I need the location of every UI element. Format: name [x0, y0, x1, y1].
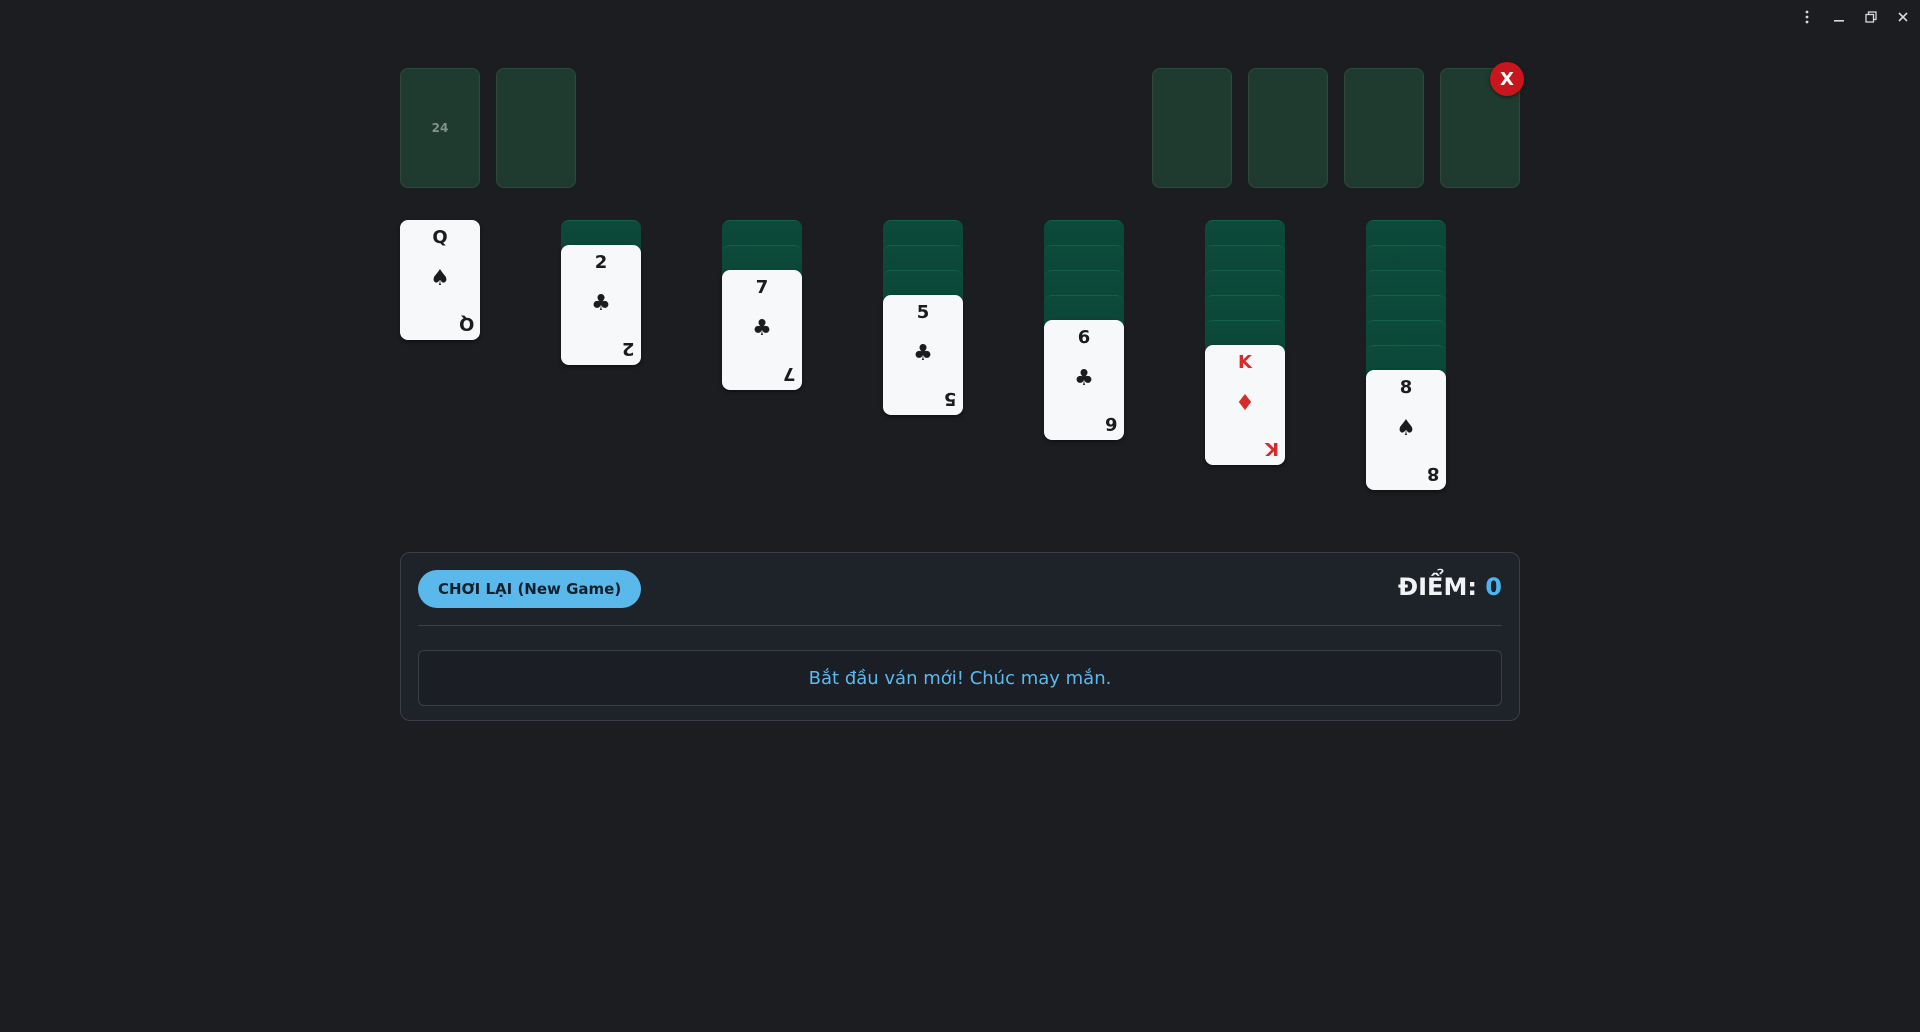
playing-card[interactable]: Q ♠ Q — [400, 220, 480, 340]
score-label: ĐIỂM: — [1398, 573, 1477, 601]
panel-divider — [418, 625, 1502, 626]
card-rank: 5 — [916, 302, 930, 323]
card-rank-inverted: 6 — [1105, 413, 1118, 434]
playing-card[interactable]: 6 ♣ 6 — [1044, 320, 1124, 440]
stock-pile[interactable]: 24 — [400, 68, 480, 188]
waste-pile[interactable] — [496, 68, 576, 188]
card-rank: 7 — [755, 277, 769, 298]
playing-card[interactable]: 2 ♣ 2 — [561, 245, 641, 365]
playing-card[interactable]: 5 ♣ 5 — [883, 295, 963, 415]
score-value: 0 — [1485, 573, 1502, 601]
card-suit-icon: ♠ — [430, 266, 450, 291]
card-rank-inverted: 8 — [1427, 463, 1440, 484]
card-suit-icon: ♦ — [1235, 391, 1255, 416]
card-rank: 6 — [1077, 327, 1091, 348]
kebab-menu-icon[interactable] — [1800, 8, 1814, 26]
card-suit-icon: ♣ — [591, 291, 611, 316]
playing-card[interactable]: K ♦ K — [1205, 345, 1285, 465]
playing-card[interactable]: 8 ♠ 8 — [1366, 370, 1446, 490]
restore-icon[interactable] — [1864, 8, 1878, 26]
score-display: ĐIỂM: 0 — [1398, 573, 1502, 601]
card-suit-icon: ♣ — [913, 341, 933, 366]
close-icon[interactable] — [1896, 8, 1910, 26]
card-rank-inverted: K — [1265, 438, 1279, 459]
card-rank-inverted: 2 — [622, 338, 635, 359]
new-game-button[interactable]: CHƠI LẠI (New Game) — [418, 570, 642, 608]
close-badge-button[interactable]: X — [1490, 62, 1524, 96]
card-suit-icon: ♣ — [752, 316, 772, 341]
card-suit-icon: ♣ — [1074, 366, 1094, 391]
window-controls — [1800, 6, 1910, 28]
card-rank-inverted: 5 — [944, 388, 957, 409]
minimize-icon[interactable] — [1832, 8, 1846, 26]
foundation-pile-1[interactable] — [1152, 68, 1232, 188]
card-suit-icon: ♠ — [1396, 416, 1416, 441]
stock-count: 24 — [431, 121, 449, 135]
card-rank-inverted: Q — [458, 313, 474, 334]
control-panel: CHƠI LẠI (New Game) ĐIỂM: 0 Bắt đầu ván … — [400, 552, 1520, 721]
card-rank-inverted: 7 — [783, 363, 796, 384]
card-rank: 8 — [1399, 377, 1413, 398]
card-rank: Q — [432, 227, 448, 248]
foundation-pile-2[interactable] — [1248, 68, 1328, 188]
card-rank: K — [1238, 352, 1252, 373]
card-rank: 2 — [594, 252, 608, 273]
foundation-pile-3[interactable] — [1344, 68, 1424, 188]
status-message: Bắt đầu ván mới! Chúc may mắn. — [418, 650, 1502, 706]
playing-card[interactable]: 7 ♣ 7 — [722, 270, 802, 390]
